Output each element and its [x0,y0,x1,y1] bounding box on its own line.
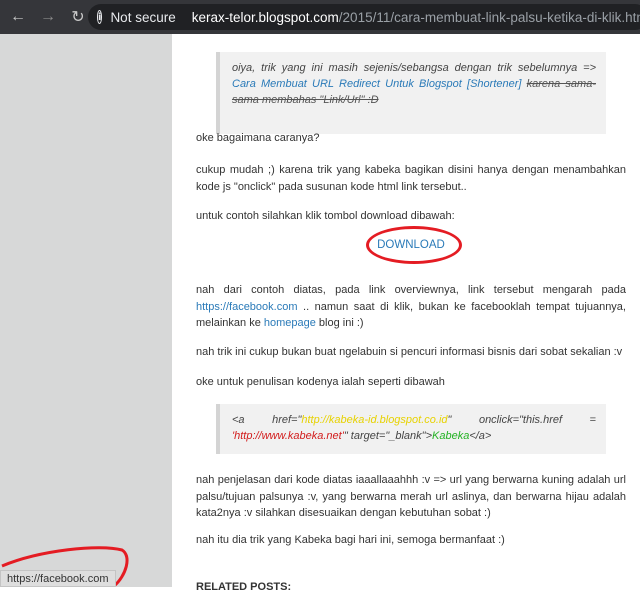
reload-icon[interactable]: ↻ [66,5,90,29]
info-icon[interactable]: i [97,10,103,24]
url-host: kerax-telor.blogspot.com [191,9,339,25]
back-arrow-icon[interactable]: ← [6,5,30,29]
security-label: Not secure [110,9,176,25]
paragraph-6: oke untuk penulisan kodenya ialah sepert… [196,376,445,388]
link-text: Kabeka [432,430,470,442]
annotation-circle [366,226,462,264]
paragraph-4: nah dari contoh diatas, pada link overvi… [196,284,626,329]
post-content: oiya, trik yang ini masih sejenis/sebang… [172,34,640,593]
paragraph-5: nah trik ini cukup bukan buat ngelabuin … [196,346,623,358]
quote-link[interactable]: Cara Membuat URL Redirect Untuk Blogspot… [232,78,521,90]
url-path: /2015/11/cara-membuat-link-palsu-ketika-… [338,9,640,25]
quote-text: oiya, trik yang ini masih sejenis/sebang… [232,62,596,74]
facebook-link[interactable]: https://facebook.com [196,301,298,313]
paragraph-3: untuk contoh silahkan klik tombol downlo… [196,210,455,222]
paragraph-7: nah penjelasan dari kode diatas iaaallaa… [196,474,626,519]
related-posts-heading: RELATED POSTS: [196,581,292,593]
browser-toolbar: ← → ↻ i Not secure kerax-telor.blogspot.… [0,0,640,34]
code-block: <a href="http://kabeka-id.blogspot.co.id… [216,404,606,454]
forward-arrow-icon[interactable]: → [36,5,60,29]
homepage-link[interactable]: homepage [264,317,316,329]
status-bar: https://facebook.com [0,570,116,587]
quote-block: oiya, trik yang ini masih sejenis/sebang… [216,52,606,134]
paragraph-1: oke bagaimana caranya? [196,132,320,144]
left-margin [0,34,172,587]
fake-url: http://kabeka-id.blogspot.co.id [301,414,448,426]
paragraph-2: cukup mudah ;) karena trik yang kabeka b… [196,164,626,193]
address-bar[interactable]: i Not secure kerax-telor.blogspot.com/20… [88,4,640,30]
real-url: 'http://www.kabeka.net' [232,430,344,442]
paragraph-8: nah itu dia trik yang Kabeka bagi hari i… [196,534,505,546]
